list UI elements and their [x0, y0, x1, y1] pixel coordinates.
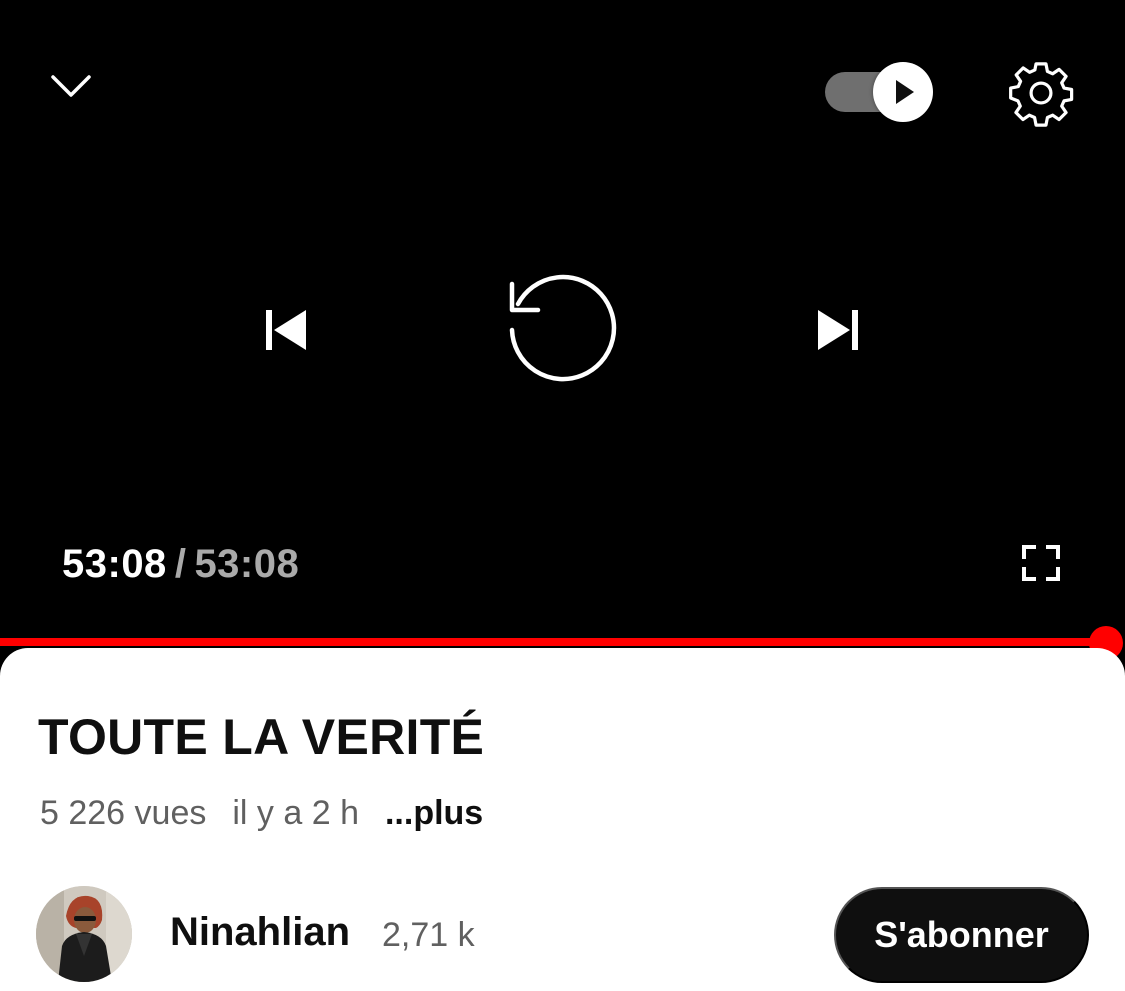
subscribe-button[interactable]: S'abonner [834, 887, 1089, 983]
upload-age: il y a 2 h [232, 794, 359, 832]
channel-name[interactable]: Ninahlian [170, 910, 350, 955]
replay-icon [509, 274, 617, 382]
time-display: 53:08/53:08 [62, 540, 299, 588]
more-link[interactable]: ...plus [385, 794, 483, 833]
fullscreen-button[interactable] [1016, 540, 1066, 586]
channel-avatar[interactable] [36, 886, 132, 982]
collapse-button[interactable] [40, 58, 102, 114]
fullscreen-icon [1022, 545, 1060, 581]
replay-button[interactable] [500, 270, 624, 390]
gear-icon [1009, 62, 1074, 127]
chevron-down-icon [51, 75, 91, 97]
subscriber-count: 2,71 k [382, 916, 475, 954]
skip-previous-icon [266, 310, 306, 350]
time-separator: / [174, 542, 187, 586]
previous-button[interactable] [255, 300, 321, 360]
view-count: 5 226 vues [40, 794, 207, 832]
autoplay-knob [873, 62, 933, 122]
next-button[interactable] [805, 300, 871, 360]
video-player[interactable]: 53:08/53:08 [0, 0, 1125, 660]
video-info-panel: TOUTE LA VERITÉ 5 226 vues il y a 2 h ..… [0, 648, 1125, 991]
skip-next-icon [818, 310, 858, 350]
video-metadata[interactable]: 5 226 vues il y a 2 h ...plus [40, 794, 483, 833]
autoplay-toggle[interactable] [823, 62, 935, 122]
progress-bar[interactable] [0, 638, 1108, 646]
video-title: TOUTE LA VERITÉ [38, 709, 485, 765]
settings-button[interactable] [1006, 58, 1076, 128]
duration: 53:08 [194, 542, 300, 586]
play-icon [896, 80, 914, 104]
current-time: 53:08 [62, 542, 167, 586]
avatar-image [36, 886, 132, 982]
